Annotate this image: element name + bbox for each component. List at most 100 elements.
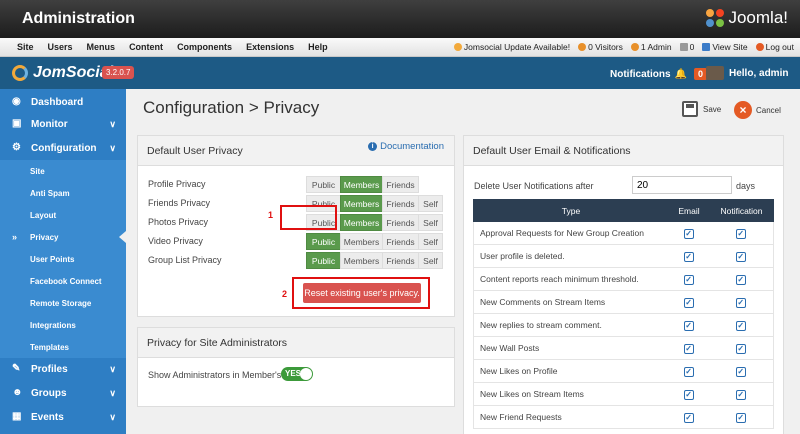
privacy-option-friends[interactable]: Friends — [382, 252, 419, 269]
annotation-number-2: 2 — [282, 289, 288, 299]
table-row: New Likes on Profile ✓ ✓ — [473, 360, 774, 383]
reset-privacy-button[interactable]: Reset existing user's privacy. — [303, 283, 421, 303]
user-menu[interactable]: Hello, admin — [706, 66, 788, 80]
email-checkbox[interactable]: ✓ — [683, 274, 694, 285]
table-row: New Wall Posts ✓ ✓ — [473, 337, 774, 360]
privacy-option-public[interactable]: Public — [306, 176, 341, 193]
column-type: Type — [561, 205, 581, 216]
menu-site[interactable]: Site — [10, 42, 41, 52]
chevron-down-icon: ∨ — [109, 363, 116, 374]
notification-checkbox[interactable]: ✓ — [735, 251, 746, 262]
privacy-row: Profile Privacy Public Members Friends — [148, 176, 448, 193]
email-checkbox[interactable]: ✓ — [683, 366, 694, 377]
sidebar-item-events[interactable]: ▦ Events ∨ — [0, 406, 126, 428]
privacy-option-public[interactable]: Public — [306, 233, 341, 250]
documentation-link[interactable]: i Documentation — [368, 141, 444, 152]
sidebar-item-profiles[interactable]: ✎ Profiles ∨ — [0, 358, 126, 380]
privacy-option-friends[interactable]: Friends — [382, 233, 419, 250]
notification-checkbox[interactable]: ✓ — [735, 320, 746, 331]
privacy-option-public[interactable]: Public — [306, 252, 341, 269]
update-notice[interactable]: Jomsocial Update Available! — [453, 42, 570, 52]
notification-checkbox[interactable]: ✓ — [735, 274, 746, 285]
notification-checkbox[interactable]: ✓ — [735, 297, 746, 308]
chevron-down-icon: ∨ — [109, 118, 116, 129]
privacy-option-members[interactable]: Members — [340, 176, 383, 193]
annotation-number-1: 1 — [268, 210, 274, 220]
privacy-option-members[interactable]: Members — [340, 195, 383, 212]
notification-checkbox[interactable]: ✓ — [735, 343, 746, 354]
show-admins-toggle[interactable]: YES — [281, 367, 313, 381]
admin-title: Administration — [22, 10, 135, 27]
email-checkbox[interactable]: ✓ — [683, 343, 694, 354]
menu-content[interactable]: Content — [122, 42, 170, 52]
notifications-button[interactable]: Notifications 🔔 0 — [610, 68, 708, 80]
privacy-option-self[interactable]: Self — [418, 252, 443, 269]
sidebar-item-monitor[interactable]: ▣ Monitor ∨ — [0, 113, 126, 135]
notification-checkbox[interactable]: ✓ — [735, 366, 746, 377]
notification-checkbox[interactable]: ✓ — [735, 412, 746, 423]
sidebar-sub-layout[interactable]: Layout — [0, 204, 126, 226]
notification-checkbox[interactable]: ✓ — [735, 389, 746, 400]
email-cell: ✓ — [669, 412, 709, 423]
cancel-button[interactable]: × Cancel — [734, 101, 781, 119]
notification-checkbox[interactable]: ✓ — [735, 228, 746, 239]
status-menu: Jomsocial Update Available! 0 Visitors 1… — [453, 42, 794, 52]
privacy-option-friends[interactable]: Friends — [382, 214, 419, 231]
panel-heading: Privacy for Site Administrators — [138, 328, 454, 358]
notification-type: New replies to stream comment. — [480, 320, 602, 330]
column-notification: Notification — [720, 205, 763, 216]
menu-components[interactable]: Components — [170, 42, 239, 52]
email-checkbox[interactable]: ✓ — [683, 228, 694, 239]
email-cell: ✓ — [669, 343, 709, 354]
notification-type: Approval Requests for New Group Creation — [480, 228, 644, 238]
email-checkbox[interactable]: ✓ — [683, 320, 694, 331]
sidebar-sub-integrations[interactable]: Integrations — [0, 314, 126, 336]
sidebar-item-dashboard[interactable]: ◉ Dashboard — [0, 91, 126, 113]
logout-link[interactable]: Log out — [755, 42, 794, 52]
delete-days-input[interactable] — [632, 176, 732, 194]
sidebar-sub-privacy[interactable]: Privacy — [0, 226, 126, 248]
privacy-row: Video Privacy Public Members Friends Self — [148, 233, 448, 250]
privacy-option-members[interactable]: Members — [340, 252, 383, 269]
privacy-option-self[interactable]: Self — [418, 233, 443, 250]
sidebar-sub-user-points[interactable]: User Points — [0, 248, 126, 270]
sidebar-item-configuration[interactable]: ⚙ Configuration ∨ — [0, 137, 126, 159]
privacy-option-friends[interactable]: Friends — [382, 176, 419, 193]
notification-type: New Comments on Stream Items — [480, 297, 606, 307]
bell-icon: 🔔 — [674, 68, 688, 80]
sidebar-sub-site[interactable]: Site — [0, 160, 126, 182]
sidebar-sub-remote-storage[interactable]: Remote Storage — [0, 292, 126, 314]
sidebar-sub-templates[interactable]: Templates — [0, 336, 126, 358]
menu-help[interactable]: Help — [301, 42, 335, 52]
menu-users[interactable]: Users — [41, 42, 80, 52]
menu-extensions[interactable]: Extensions — [239, 42, 301, 52]
menu-menus[interactable]: Menus — [80, 42, 123, 52]
save-button[interactable]: Save — [682, 101, 721, 117]
privacy-option-members[interactable]: Members — [340, 214, 383, 231]
notification-cell: ✓ — [708, 228, 773, 239]
privacy-option-friends[interactable]: Friends — [382, 195, 419, 212]
email-checkbox[interactable]: ✓ — [683, 297, 694, 308]
view-site-link[interactable]: View Site — [702, 42, 748, 52]
privacy-option-self[interactable]: Self — [418, 214, 443, 231]
sidebar-sub-facebook-connect[interactable]: Facebook Connect — [0, 270, 126, 292]
table-row: Content reports reach minimum threshold.… — [473, 268, 774, 291]
sidebar-item-groups[interactable]: ☻ Groups ∨ — [0, 382, 126, 404]
notifications-table: Type Email Notification Approval Request… — [473, 199, 774, 429]
table-header: Type Email Notification — [473, 199, 774, 222]
joomla-logo-icon — [706, 9, 725, 27]
info-icon: i — [368, 142, 378, 151]
email-checkbox[interactable]: ✓ — [683, 251, 694, 262]
update-icon — [453, 43, 462, 51]
joomla-logo[interactable]: Joomla! — [706, 8, 788, 28]
sidebar-sub-anti-spam[interactable]: Anti Spam — [0, 182, 126, 204]
privacy-option-members[interactable]: Members — [340, 233, 383, 250]
messages-count[interactable]: 0 — [679, 42, 694, 52]
email-cell: ✓ — [669, 320, 709, 331]
jomsocial-logo[interactable]: JomSocial — [12, 64, 113, 82]
privacy-option-self[interactable]: Self — [418, 195, 443, 212]
email-checkbox[interactable]: ✓ — [683, 412, 694, 423]
table-row: New Likes on Stream Items ✓ ✓ — [473, 383, 774, 406]
email-checkbox[interactable]: ✓ — [683, 389, 694, 400]
notification-cell: ✓ — [708, 412, 773, 423]
